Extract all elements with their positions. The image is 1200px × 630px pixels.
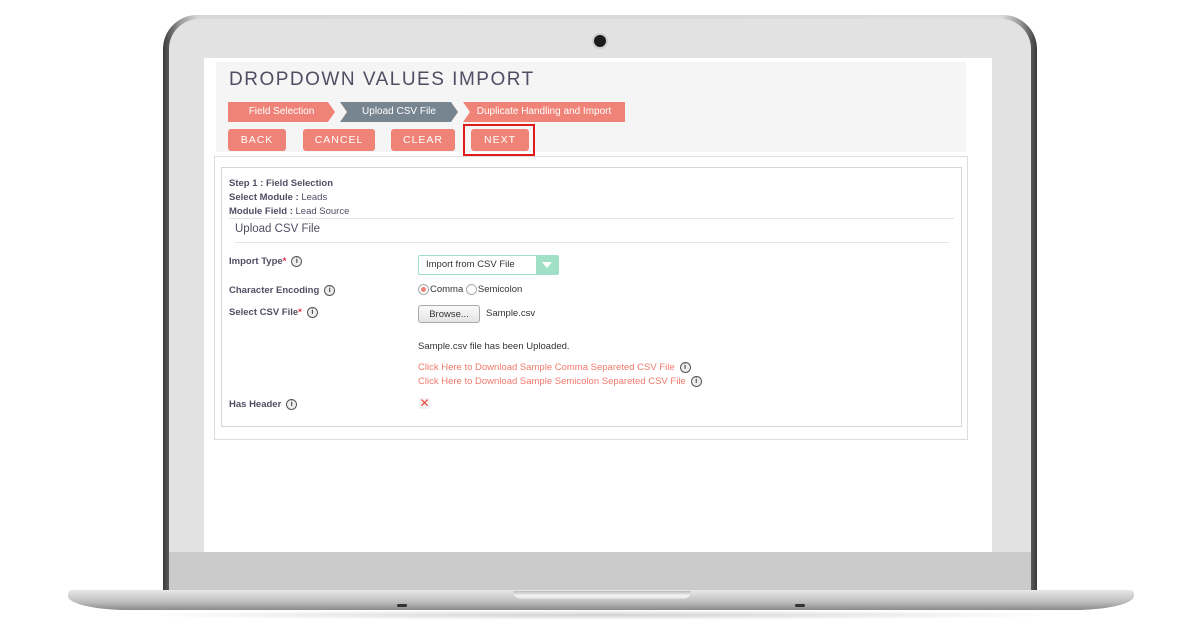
browse-button[interactable]: Browse... [418,305,480,323]
import-type-select[interactable]: Import from CSV File [418,255,559,275]
has-header-label: Has Header i [229,399,298,410]
page-title: DROPDOWN VALUES IMPORT [229,69,535,90]
import-panel: Step 1 : Field Selection Select Module :… [214,156,968,440]
selection-summary: Step 1 : Field Selection Select Module :… [229,177,349,219]
clear-button[interactable]: CLEAR [391,129,455,151]
back-button[interactable]: BACK [228,129,286,151]
selected-filename: Sample.csv [486,308,536,319]
step-field-selection[interactable]: Field Selection [228,102,335,122]
field-value: Lead Source [295,206,350,217]
info-icon[interactable]: i [286,399,298,410]
divider [235,242,949,243]
camera-icon [594,35,606,47]
page-header: DROPDOWN VALUES IMPORT Field Selection U… [216,62,966,156]
laptop-bezel [169,552,1031,592]
info-icon[interactable]: i [306,307,318,318]
character-encoding-label: Character Encoding i [229,285,336,296]
cancel-button[interactable]: CANCEL [303,129,375,151]
step-summary: Step 1 : Field Selection [229,178,333,189]
laptop-foot [795,604,805,607]
module-label: Select Module : [229,192,299,203]
section-title: Upload CSV File [235,223,321,235]
radio-comma[interactable] [418,284,429,295]
screen: DROPDOWN VALUES IMPORT Field Selection U… [204,58,992,552]
info-icon[interactable]: i [690,376,702,387]
info-icon[interactable]: i [291,256,303,267]
divider [229,218,954,219]
laptop-shadow [120,610,1080,620]
upload-status: Sample.csv file has been Uploaded. [418,341,570,352]
download-semicolon-sample-link[interactable]: Click Here to Download Sample Semicolon … [418,376,702,387]
select-csv-label: Select CSV File* i [229,307,318,318]
field-label: Module Field : [229,206,293,217]
laptop-foot [397,604,407,607]
chevron-down-icon[interactable] [536,256,558,274]
info-icon[interactable]: i [324,285,336,296]
radio-semicolon[interactable] [465,284,477,295]
import-type-label: Import Type* i [229,256,303,267]
has-header-checkbox[interactable]: ✕ [419,397,430,409]
form-panel: Step 1 : Field Selection Select Module :… [221,167,962,427]
module-value: Leads [301,192,328,203]
info-icon[interactable]: i [679,362,691,373]
step-duplicate-handling[interactable]: Duplicate Handling and Import [463,102,625,122]
download-comma-sample-link[interactable]: Click Here to Download Sample Comma Sepa… [418,362,691,373]
encoding-options: Comma Semicolon [418,284,522,295]
laptop-notch [513,591,691,599]
step-upload-csv[interactable]: Upload CSV File [340,102,458,122]
next-button-highlight [463,124,535,156]
